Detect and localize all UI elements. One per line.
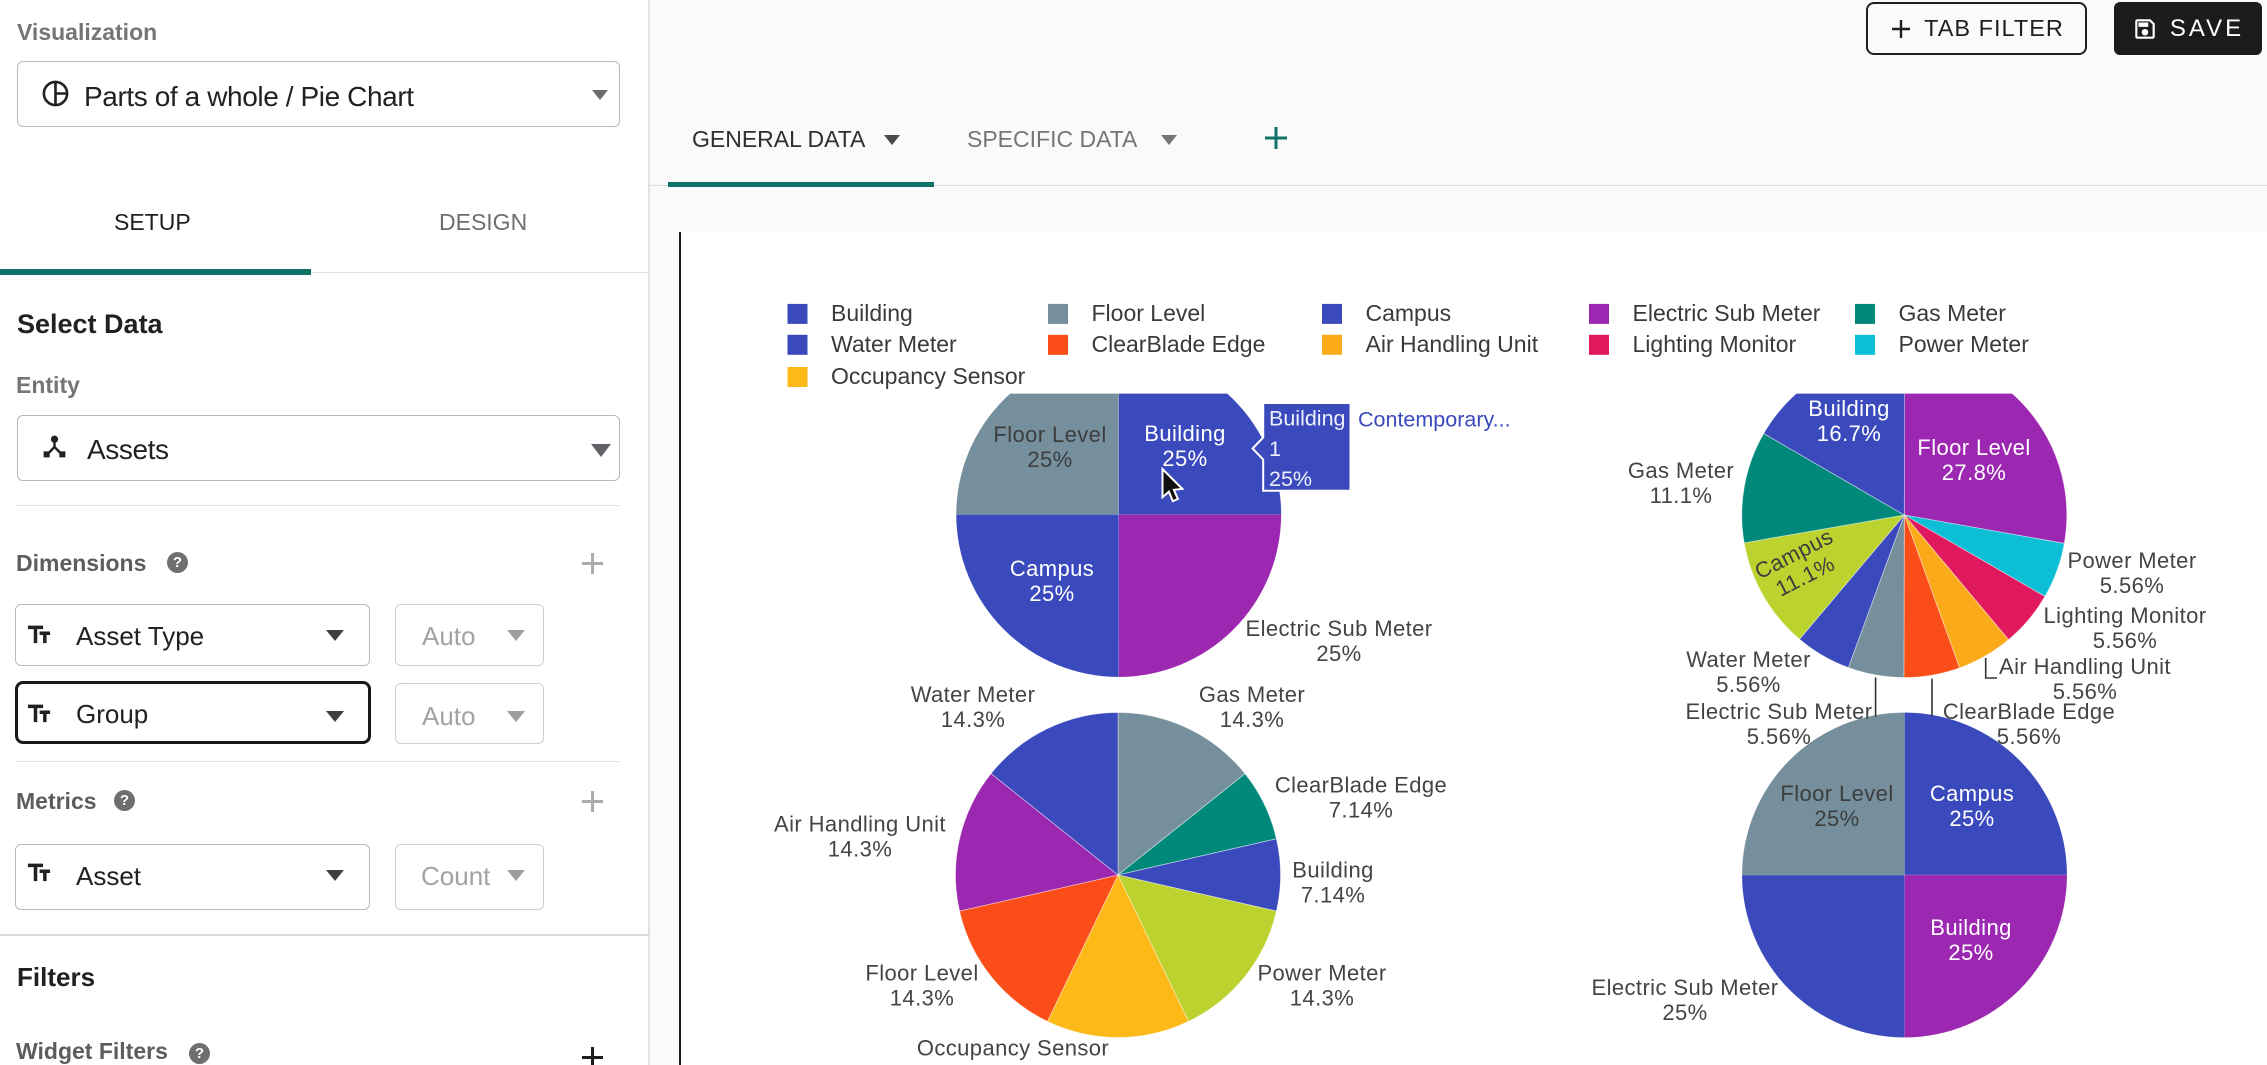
- svg-text:Power Meter: Power Meter: [1899, 331, 2030, 357]
- svg-text:Contemporary...: Contemporary...: [1358, 408, 1511, 432]
- svg-text:Power Meter: Power Meter: [2067, 548, 2196, 573]
- svg-text:Campus: Campus: [1930, 781, 2014, 806]
- svg-text:Building: Building: [1144, 421, 1225, 446]
- svg-text:5.56%: 5.56%: [2093, 628, 2157, 653]
- svg-text:Lighting Monitor: Lighting Monitor: [1633, 331, 1797, 357]
- svg-text:Floor Level: Floor Level: [993, 422, 1106, 447]
- svg-text:ClearBlade Edge: ClearBlade Edge: [1092, 331, 1266, 357]
- svg-text:Lighting Monitor: Lighting Monitor: [2044, 603, 2207, 628]
- svg-text:Air Handling Unit: Air Handling Unit: [774, 811, 946, 836]
- svg-text:ClearBlade Edge: ClearBlade Edge: [1943, 699, 2115, 724]
- svg-text:5.56%: 5.56%: [1716, 672, 1780, 697]
- svg-text:25%: 25%: [1029, 581, 1074, 606]
- svg-text:Water Meter: Water Meter: [1686, 647, 1811, 672]
- svg-text:Campus: Campus: [1366, 300, 1452, 326]
- svg-text:Occupancy Sensor: Occupancy Sensor: [831, 363, 1026, 389]
- svg-text:14.3%: 14.3%: [1290, 986, 1354, 1011]
- svg-text:Building: Building: [1292, 857, 1373, 882]
- svg-text:5.56%: 5.56%: [1747, 724, 1811, 749]
- svg-text:16.7%: 16.7%: [1817, 421, 1881, 446]
- svg-text:Electric Sub Meter: Electric Sub Meter: [1633, 300, 1821, 326]
- svg-text:11.1%: 11.1%: [1650, 483, 1713, 508]
- svg-text:Water Meter: Water Meter: [831, 331, 957, 357]
- svg-text:Floor Level: Floor Level: [1092, 300, 1206, 326]
- svg-text:25%: 25%: [1662, 1000, 1707, 1025]
- svg-text:25%: 25%: [1027, 447, 1072, 472]
- svg-text:Gas Meter: Gas Meter: [1199, 682, 1305, 707]
- svg-text:Water Meter: Water Meter: [911, 682, 1036, 707]
- svg-text:Building: Building: [1808, 396, 1889, 421]
- svg-text:Floor Level: Floor Level: [1780, 781, 1893, 806]
- svg-text:25%: 25%: [1948, 940, 1993, 965]
- svg-text:Electric Sub Meter: Electric Sub Meter: [1592, 975, 1779, 1000]
- svg-text:Floor Level: Floor Level: [1917, 435, 2030, 460]
- svg-text:Electric Sub Meter: Electric Sub Meter: [1686, 699, 1873, 724]
- svg-text:Air Handling Unit: Air Handling Unit: [1366, 331, 1539, 357]
- svg-text:14.3%: 14.3%: [941, 707, 1005, 732]
- svg-text:Gas Meter: Gas Meter: [1899, 300, 2007, 326]
- svg-text:25%: 25%: [1949, 806, 1994, 831]
- svg-text:25%: 25%: [1316, 641, 1361, 666]
- svg-text:25%: 25%: [1162, 446, 1207, 471]
- svg-text:Occupancy Sensor: Occupancy Sensor: [917, 1035, 1109, 1060]
- svg-text:ClearBlade Edge: ClearBlade Edge: [1275, 772, 1447, 797]
- svg-text:Building: Building: [1930, 915, 2011, 940]
- svg-text:27.8%: 27.8%: [1942, 460, 2006, 485]
- svg-text:25%: 25%: [1814, 806, 1859, 831]
- svg-text:7.14%: 7.14%: [1301, 883, 1365, 908]
- svg-text:5.56%: 5.56%: [1997, 724, 2061, 749]
- svg-text:Floor Level: Floor Level: [865, 960, 978, 985]
- svg-text:25%: 25%: [1269, 467, 1312, 491]
- svg-text:14.3%: 14.3%: [890, 986, 954, 1011]
- svg-text:Campus: Campus: [1010, 556, 1094, 581]
- svg-text:Electric Sub Meter: Electric Sub Meter: [1246, 616, 1433, 641]
- svg-text:1: 1: [1269, 437, 1281, 461]
- svg-text:Building: Building: [831, 300, 913, 326]
- svg-text:Building: Building: [1269, 407, 1346, 431]
- svg-text:14.3%: 14.3%: [1220, 707, 1284, 732]
- svg-text:Power Meter: Power Meter: [1257, 960, 1386, 985]
- svg-text:5.56%: 5.56%: [2100, 573, 2164, 598]
- svg-text:Gas Meter: Gas Meter: [1628, 458, 1734, 483]
- svg-text:14.3%: 14.3%: [828, 837, 892, 862]
- svg-text:Air Handling Unit: Air Handling Unit: [1999, 654, 2171, 679]
- svg-text:7.14%: 7.14%: [1329, 798, 1393, 823]
